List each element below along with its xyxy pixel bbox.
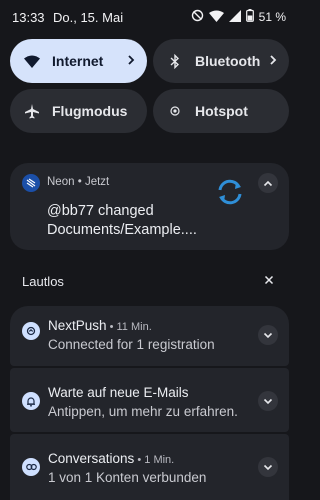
notification-title: Conversations • 1 Min. — [48, 451, 174, 466]
collapse-button[interactable] — [258, 173, 278, 193]
status-bar: 13:33 Do., 15. Mai 51 % — [0, 0, 296, 34]
clock: 13:33 — [12, 10, 45, 25]
notification-text: Antippen, um mehr zu erfahren. — [48, 404, 238, 419]
expand-button[interactable] — [258, 457, 278, 477]
tile-internet[interactable]: Internet — [10, 39, 147, 83]
chevron-right-icon[interactable] — [127, 53, 135, 69]
airplane-icon — [22, 103, 42, 119]
signal-icon — [228, 9, 241, 25]
battery-icon — [245, 9, 254, 25]
date: Do., 15. Mai — [53, 10, 124, 25]
app-name: Conversations — [48, 451, 135, 466]
battery-percent: 51 % — [258, 10, 286, 24]
app-name: NextPush — [48, 318, 107, 333]
notification-title: NextPush • 11 Min. — [48, 318, 152, 333]
expand-button[interactable] — [258, 325, 278, 345]
separator-dot: • — [77, 176, 85, 188]
bell-icon — [22, 392, 40, 410]
notification-conversations[interactable] — [10, 434, 289, 500]
tile-bluetooth-label: Bluetooth — [195, 53, 261, 69]
notification-nextpush[interactable] — [10, 306, 289, 366]
close-icon[interactable] — [261, 272, 277, 288]
dnd-icon — [191, 9, 204, 25]
notification-text: 1 von 1 Konten verbunden — [48, 470, 207, 485]
tile-bluetooth[interactable]: Bluetooth — [153, 39, 289, 83]
timestamp: • 11 Min. — [106, 321, 152, 333]
tile-airplane-label: Flugmodus — [52, 103, 128, 119]
wifi-icon — [22, 55, 42, 68]
notification-title: Warte auf neue E-Mails — [48, 385, 189, 400]
tile-hotspot[interactable]: Hotspot — [153, 89, 289, 133]
link-icon — [22, 458, 40, 476]
expand-button[interactable] — [258, 391, 278, 411]
hotspot-icon — [165, 104, 185, 118]
timestamp: Jetzt — [84, 176, 110, 188]
section-title-silent: Lautlos — [22, 274, 64, 289]
sync-icon — [214, 177, 246, 212]
status-icons: 51 % — [191, 9, 286, 25]
notification-header: Neon • Jetzt — [47, 176, 109, 188]
tile-hotspot-label: Hotspot — [195, 103, 248, 119]
wifi-icon — [208, 10, 224, 25]
chevron-right-icon[interactable] — [269, 53, 277, 69]
notification-message: @bb77 changed Documents/Example.... — [47, 203, 197, 238]
neon-app-icon — [22, 174, 40, 192]
app-name: Neon — [47, 176, 75, 188]
nextpush-icon — [22, 322, 40, 340]
tile-internet-label: Internet — [52, 53, 104, 69]
notification-email[interactable] — [10, 368, 289, 432]
timestamp: • 1 Min. — [134, 454, 175, 466]
notification-text: Connected for 1 registration — [48, 337, 215, 352]
tile-airplane-mode[interactable]: Flugmodus — [10, 89, 147, 133]
bluetooth-icon — [165, 53, 185, 69]
